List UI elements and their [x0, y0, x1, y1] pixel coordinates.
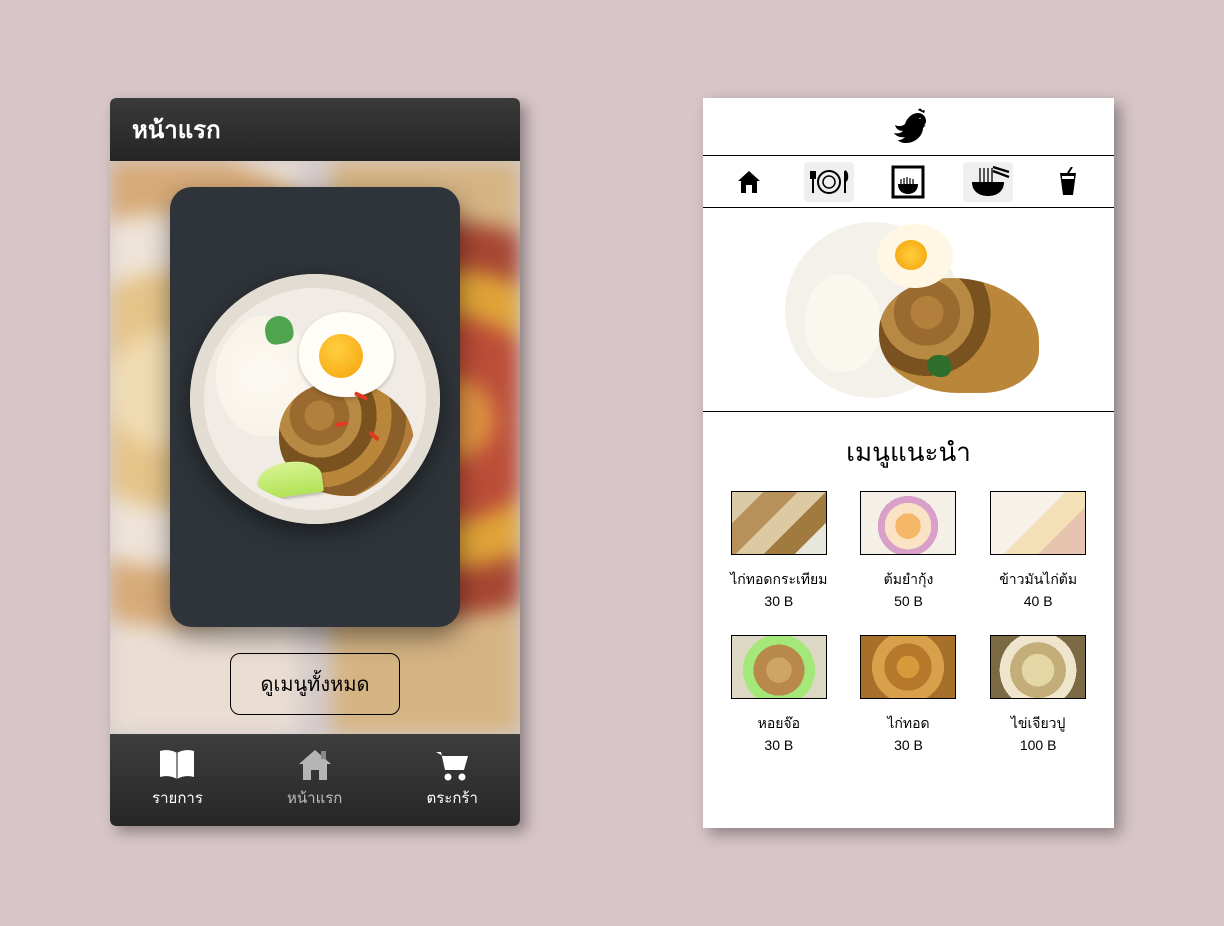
drink-cup-icon: [1057, 167, 1079, 197]
menu-item-price: 100 B: [1020, 737, 1057, 753]
category-rice[interactable]: [883, 162, 933, 202]
menu-item-thumb: [990, 491, 1086, 555]
nav-cart-label: ตระกร้า: [426, 786, 477, 810]
category-noodle[interactable]: [963, 162, 1013, 202]
menu-item-thumb: [731, 635, 827, 699]
menu-item[interactable]: ไก่ทอดกระเทียม 30 B: [725, 491, 833, 609]
rice-bowl-icon: [890, 164, 926, 200]
recommended-title: เมนูแนะนำ: [703, 432, 1114, 473]
menu-item-price: 50 B: [894, 593, 923, 609]
noodle-bowl-icon: [966, 165, 1010, 199]
category-tabs: [703, 156, 1114, 208]
featured-dish-image[interactable]: [771, 218, 1047, 401]
bottom-nav: รายการ หน้าแรก ตระกร้า: [110, 734, 520, 826]
menu-item-price: 30 B: [764, 737, 793, 753]
recommended-grid: ไก่ทอดกระเทียม 30 B ต้มยำกุ้ง 50 B ข้าวม…: [703, 491, 1114, 753]
nav-home[interactable]: หน้าแรก: [287, 748, 342, 810]
menu-item-name: ต้มยำกุ้ง: [884, 569, 934, 591]
menu-item-thumb: [860, 635, 956, 699]
phone-mockup-left: หน้าแรก ดูเมนูทั้งหมด รายการ หน้าแรก: [110, 98, 520, 826]
logo-bar: [703, 98, 1114, 156]
hero-area: ดูเมนูทั้งหมด: [110, 161, 520, 734]
featured-image-area: [703, 208, 1114, 412]
phone-mockup-right: เมนูแนะนำ ไก่ทอดกระเทียม 30 B ต้มยำกุ้ง …: [703, 98, 1114, 828]
nav-cart[interactable]: ตระกร้า: [426, 748, 477, 810]
nav-home-label: หน้าแรก: [287, 786, 342, 810]
view-all-menu-button[interactable]: ดูเมนูทั้งหมด: [230, 653, 401, 715]
menu-item-price: 40 B: [1024, 593, 1053, 609]
cart-icon: [432, 748, 472, 782]
category-home[interactable]: [724, 162, 774, 202]
menu-item[interactable]: ข้าวมันไก่ต้ม 40 B: [984, 491, 1092, 609]
category-dine[interactable]: [804, 162, 854, 202]
category-drink[interactable]: [1043, 162, 1093, 202]
menu-item-name: ไก่ทอดกระเทียม: [730, 569, 827, 591]
menu-item-name: ไก่ทอด: [887, 713, 929, 735]
menu-item[interactable]: ไข่เจียวปู 100 B: [984, 635, 1092, 753]
book-icon: [157, 748, 197, 782]
menu-item-price: 30 B: [764, 593, 793, 609]
menu-item-price: 30 B: [894, 737, 923, 753]
menu-item-name: ไข่เจียวปู: [1011, 713, 1066, 735]
home-icon: [296, 748, 334, 782]
hero-food-card[interactable]: [170, 187, 460, 627]
menu-item[interactable]: ต้มยำกุ้ง 50 B: [855, 491, 963, 609]
nav-list[interactable]: รายการ: [152, 748, 203, 810]
chicken-logo-icon: [888, 107, 930, 147]
menu-item-name: หอยจ๊อ: [758, 713, 800, 735]
menu-item-thumb: [731, 491, 827, 555]
menu-item[interactable]: ไก่ทอด 30 B: [855, 635, 963, 753]
menu-item-name: ข้าวมันไก่ต้ม: [999, 569, 1077, 591]
menu-item[interactable]: หอยจ๊อ 30 B: [725, 635, 833, 753]
dine-plate-icon: [809, 167, 849, 197]
menu-item-thumb: [860, 491, 956, 555]
nav-list-label: รายการ: [152, 786, 203, 810]
menu-item-thumb: [990, 635, 1086, 699]
page-title: หน้าแรก: [110, 98, 520, 161]
home-icon: [735, 168, 763, 196]
